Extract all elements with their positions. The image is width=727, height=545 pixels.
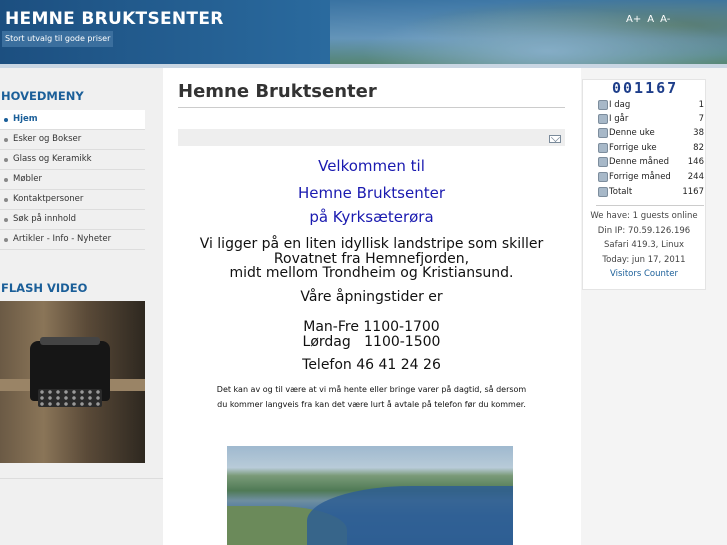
email-icon[interactable]	[549, 135, 561, 143]
stat-value: 7	[698, 113, 704, 124]
stat-label: Forrige uke	[609, 142, 657, 153]
note-line-2: du kommer langveis fra kan det være lurt…	[217, 400, 526, 409]
stat-value: 146	[687, 156, 704, 167]
site-title[interactable]: HEMNE BRUKTSENTER	[5, 9, 224, 29]
stat-value: 244	[687, 171, 704, 182]
menu-item-label: Møbler	[13, 174, 43, 184]
menu-item-sok[interactable]: Søk på innhold	[0, 210, 145, 230]
stat-label: Totalt	[609, 186, 633, 197]
menu-item-hjem[interactable]: Hjem	[0, 110, 145, 130]
stat-value: 38	[693, 127, 704, 138]
guests-online: We have: 1 guests online	[590, 211, 698, 221]
site-header: HEMNE BRUKTSENTER Stort utvalg til gode …	[0, 0, 727, 64]
bullet-icon	[4, 197, 8, 202]
last-month-icon	[598, 171, 608, 182]
decrease-font-button[interactable]: A-	[660, 14, 670, 25]
menu-item-label: Kontaktpersoner	[13, 194, 84, 204]
bullet-icon	[4, 237, 8, 242]
bullet-icon	[4, 217, 8, 222]
reset-font-button[interactable]: A	[647, 14, 654, 25]
bullet-icon	[4, 137, 8, 142]
stat-row-yesterday: I går 7	[598, 112, 704, 125]
main-menu: Hjem Esker og Bokser Glass og Keramikk M…	[0, 110, 145, 250]
stat-row-last-month: Forrige måned 244	[598, 170, 704, 183]
bullet-icon	[4, 117, 8, 122]
menu-item-esker[interactable]: Esker og Bokser	[0, 130, 145, 150]
welcome-line-3: på Kyrksæterøra	[309, 208, 434, 226]
hours-weekdays: Man-Fre 1100-1700	[303, 319, 440, 335]
font-size-controls: A+ A A-	[626, 14, 670, 25]
hours-heading: Våre åpningstider er	[300, 289, 443, 305]
stat-row-this-month: Denne måned 146	[598, 155, 704, 168]
menu-item-glass[interactable]: Glass og Keramikk	[0, 150, 145, 170]
welcome-line-2: Hemne Bruktsenter	[298, 184, 445, 202]
menu-item-label: Glass og Keramikk	[13, 154, 92, 164]
users-icon	[598, 186, 608, 197]
stat-value: 82	[693, 142, 704, 153]
site-slogan: Stort utvalg til gode priser	[2, 31, 114, 47]
menu-item-label: Hjem	[13, 114, 38, 124]
main-menu-title: HOVEDMENY	[1, 89, 84, 103]
stat-label: Denne måned	[609, 156, 669, 167]
menu-item-label: Søk på innhold	[13, 214, 77, 224]
visitor-browser: Safari 419.3, Linux	[603, 240, 684, 250]
header-landscape-image	[330, 0, 727, 64]
typewriter-roller	[40, 337, 100, 345]
today-date: Today: jun 17, 2011	[602, 255, 686, 265]
today-icon	[598, 99, 608, 110]
stat-value: 1167	[682, 186, 704, 197]
note-line-1: Det kan av og til være at vi må hente el…	[216, 385, 527, 394]
bullet-icon	[4, 177, 8, 182]
visitor-ip: Din IP: 70.59.126.196	[597, 226, 691, 236]
visitor-counter-digits: 001167	[612, 79, 679, 97]
menu-item-label: Esker og Bokser	[13, 134, 82, 144]
stat-label: I dag	[609, 99, 631, 110]
month-icon	[598, 156, 608, 167]
sidebar-divider	[0, 478, 163, 479]
welcome-line-1: Velkommen til	[318, 157, 425, 175]
menu-item-label: Artikler - Info - Nyheter	[13, 234, 112, 244]
bullet-icon	[4, 157, 8, 162]
fjord-photo	[227, 446, 513, 545]
visitors-counter-link[interactable]: Visitors Counter	[582, 269, 706, 279]
stat-value: 1	[698, 99, 704, 110]
last-week-icon	[598, 142, 608, 153]
flash-video-player[interactable]	[0, 301, 145, 463]
yesterday-icon	[598, 113, 608, 124]
menu-item-kontaktpersoner[interactable]: Kontaktpersoner	[0, 190, 145, 210]
stat-row-today: I dag 1	[598, 98, 704, 111]
stat-row-total: Totalt 1167	[598, 185, 704, 198]
increase-font-button[interactable]: A+	[626, 14, 641, 25]
hours-saturday: Lørdag 1100-1500	[302, 334, 441, 350]
menu-item-mobler[interactable]: Møbler	[0, 170, 145, 190]
menu-item-artikler[interactable]: Artikler - Info - Nyheter	[0, 230, 145, 250]
photo-water	[307, 486, 513, 545]
page-title: Hemne Bruktsenter	[178, 81, 377, 102]
title-divider	[178, 107, 565, 108]
phone-number: Telefon 46 41 24 26	[302, 357, 441, 373]
stat-label: I går	[609, 113, 629, 124]
flash-video-title: FLASH VIDEO	[1, 281, 88, 295]
stat-row-last-week: Forrige uke 82	[598, 141, 704, 154]
stat-label: Denne uke	[609, 127, 655, 138]
intro-line-3: midt mellom Trondheim og Kristiansund.	[229, 265, 514, 281]
week-icon	[598, 127, 608, 138]
typewriter-keys	[38, 389, 102, 407]
counter-divider	[596, 205, 704, 206]
article-toolbar	[178, 129, 565, 146]
stat-row-this-week: Denne uke 38	[598, 126, 704, 139]
intro-line-1: Vi ligger på en liten idyllisk landstrip…	[199, 236, 544, 252]
stat-label: Forrige måned	[609, 171, 671, 182]
